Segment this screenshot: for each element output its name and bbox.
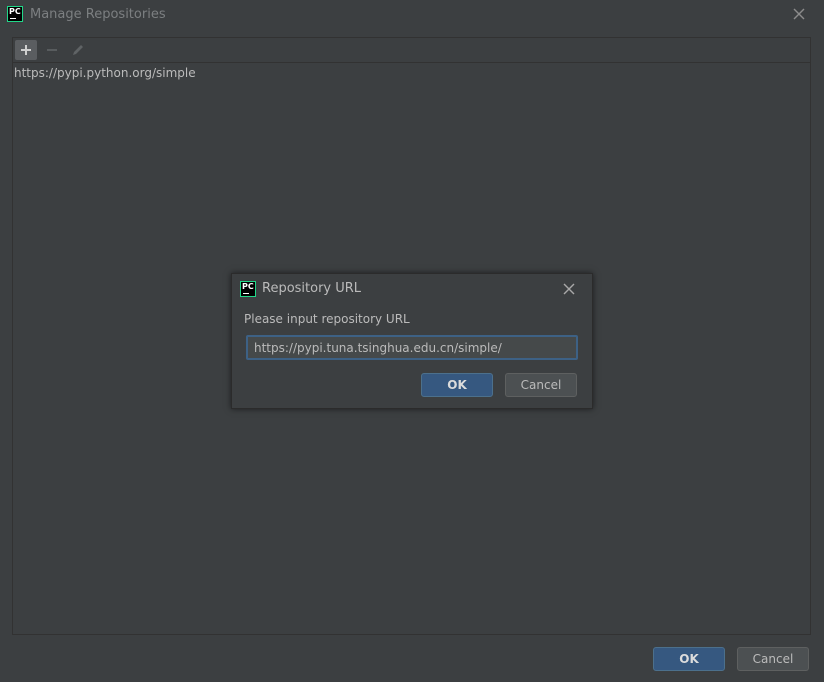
pycharm-app-icon: PC <box>240 281 256 297</box>
repository-url-input[interactable] <box>246 335 578 360</box>
plus-icon <box>21 45 31 55</box>
pycharm-app-icon: PC <box>7 6 23 22</box>
repository-url-label: Please input repository URL <box>244 312 410 326</box>
repository-toolbar <box>12 37 811 62</box>
pencil-icon <box>73 45 83 55</box>
repository-url-dialog: PC Repository URL Please input repositor… <box>231 273 593 409</box>
edit-repository-button[interactable] <box>67 40 89 60</box>
remove-repository-button[interactable] <box>41 40 63 60</box>
dialog-ok-button[interactable]: OK <box>421 373 493 397</box>
close-window-button[interactable] <box>791 6 807 22</box>
dialog-title: Repository URL <box>262 281 362 296</box>
window-title: Manage Repositories <box>30 7 166 22</box>
close-icon <box>793 8 805 20</box>
ok-button[interactable]: OK <box>653 647 725 671</box>
minus-icon <box>47 49 57 51</box>
add-repository-button[interactable] <box>15 40 37 60</box>
close-icon <box>563 283 575 295</box>
dialog-cancel-button[interactable]: Cancel <box>505 373 577 397</box>
cancel-button[interactable]: Cancel <box>737 647 809 671</box>
list-item[interactable]: https://pypi.python.org/simple <box>14 66 196 80</box>
close-dialog-button[interactable] <box>561 281 577 297</box>
